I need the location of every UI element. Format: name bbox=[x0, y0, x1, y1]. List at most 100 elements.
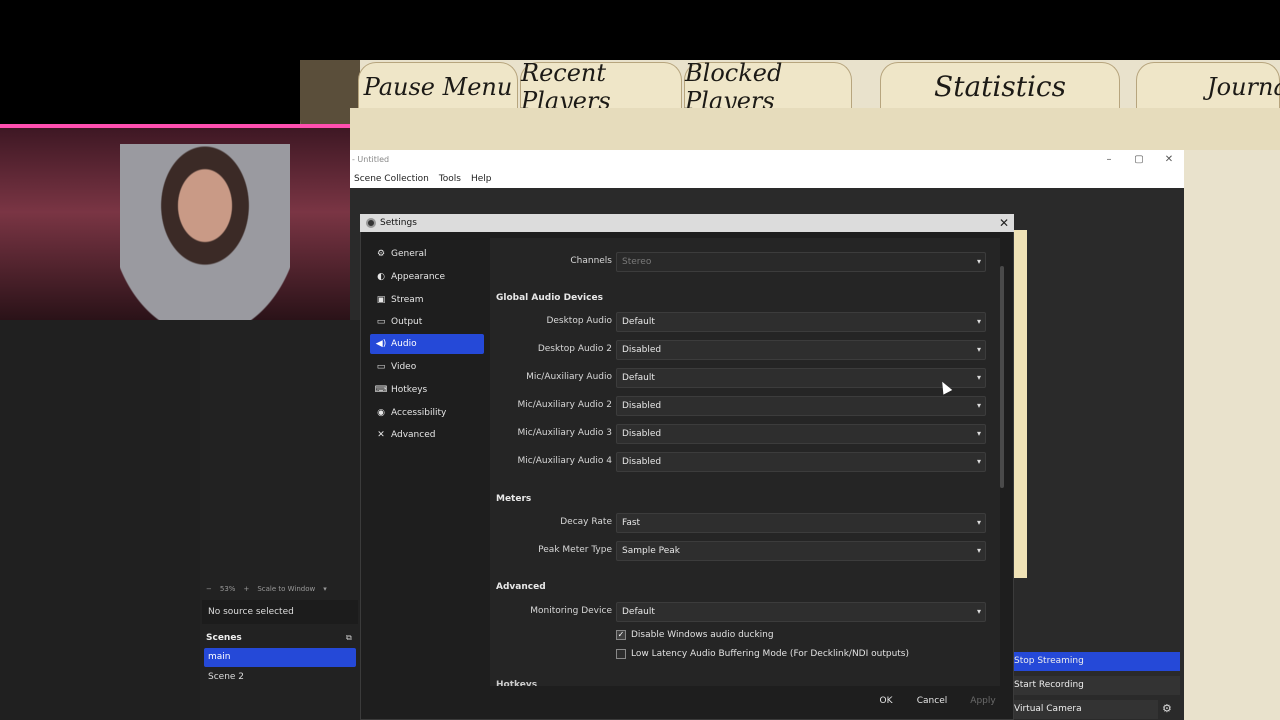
mic-audio-select[interactable]: Default ▾ bbox=[616, 368, 986, 388]
nav-hotkeys[interactable]: ⌨ Hotkeys bbox=[370, 380, 484, 400]
nav-label: Accessibility bbox=[391, 408, 447, 418]
stop-streaming-button[interactable]: Stop Streaming bbox=[1010, 652, 1180, 671]
checkbox-checked-icon[interactable]: ✓ bbox=[616, 630, 626, 640]
nav-video[interactable]: ▭ Video bbox=[370, 357, 484, 377]
game-tab-statistics[interactable]: Statistics bbox=[880, 62, 1120, 110]
obs-menubar: Scene Collection Tools Help bbox=[350, 170, 1184, 188]
zoom-level: 53% bbox=[219, 585, 236, 593]
speaker-icon: ◀) bbox=[375, 339, 387, 349]
undock-icon[interactable]: ⧉ bbox=[346, 633, 352, 643]
mic-audio-4-select[interactable]: Disabled ▾ bbox=[616, 452, 986, 472]
select-value: Disabled bbox=[622, 401, 662, 411]
menu-tools[interactable]: Tools bbox=[439, 170, 461, 188]
obs-logo-icon bbox=[366, 218, 376, 228]
maximize-icon[interactable]: ▢ bbox=[1124, 150, 1154, 170]
nav-advanced[interactable]: ✕ Advanced bbox=[370, 425, 484, 445]
meters-title: Meters bbox=[496, 494, 532, 504]
disable-ducking-checkbox[interactable]: ✓ Disable Windows audio ducking bbox=[616, 630, 774, 640]
nav-label: Stream bbox=[391, 295, 424, 305]
zoom-in-icon[interactable]: + bbox=[243, 585, 249, 593]
ok-button[interactable]: OK bbox=[870, 692, 902, 710]
close-icon[interactable]: ✕ bbox=[996, 214, 1012, 232]
keyboard-icon: ⌨ bbox=[374, 385, 388, 395]
scrollbar[interactable] bbox=[1000, 266, 1004, 488]
select-value: Default bbox=[622, 373, 655, 383]
decay-rate-label: Decay Rate bbox=[560, 517, 612, 527]
zoom-bar: − 53% + Scale to Window ▾ bbox=[202, 582, 358, 596]
checkbox-unchecked-icon[interactable] bbox=[616, 649, 626, 659]
mic-audio-3-select[interactable]: Disabled ▾ bbox=[616, 424, 986, 444]
chevron-down-icon: ▾ bbox=[976, 546, 981, 555]
chevron-down-icon: ▾ bbox=[976, 401, 981, 410]
desktop-audio-2-select[interactable]: Disabled ▾ bbox=[616, 340, 986, 360]
chevron-down-icon: ▾ bbox=[976, 518, 981, 527]
led-strip bbox=[0, 124, 350, 128]
chevron-down-icon: ▾ bbox=[976, 457, 981, 466]
nav-audio[interactable]: ◀) Audio bbox=[370, 334, 484, 354]
accessibility-icon: ◉ bbox=[377, 408, 385, 418]
no-source-label: No source selected bbox=[202, 600, 358, 624]
nav-output[interactable]: ▭ Output bbox=[370, 312, 484, 332]
nav-label: Output bbox=[391, 317, 423, 327]
mic-audio-label: Mic/Auxiliary Audio bbox=[526, 372, 612, 382]
nav-stream[interactable]: ▣ Stream bbox=[370, 290, 484, 310]
channels-value: Stereo bbox=[622, 257, 652, 267]
zoom-out-icon[interactable]: − bbox=[206, 585, 212, 593]
select-value: Default bbox=[622, 607, 655, 617]
output-icon: ▭ bbox=[376, 317, 386, 327]
cancel-button[interactable]: Cancel bbox=[910, 692, 954, 710]
global-audio-title: Global Audio Devices bbox=[496, 293, 603, 303]
scenes-header: Scenes bbox=[206, 633, 242, 643]
menu-help[interactable]: Help bbox=[471, 170, 492, 188]
chevron-down-icon: ▾ bbox=[976, 345, 981, 354]
virtual-camera-button[interactable]: Virtual Camera bbox=[1010, 700, 1158, 719]
chevron-down-icon: ▾ bbox=[976, 373, 981, 382]
advanced-title: Advanced bbox=[496, 582, 546, 592]
menu-scene-collection[interactable]: Scene Collection bbox=[354, 170, 429, 188]
nav-label: Video bbox=[391, 362, 417, 372]
zoom-mode[interactable]: Scale to Window bbox=[257, 585, 315, 593]
nav-label: Audio bbox=[391, 339, 417, 349]
peak-meter-type-select[interactable]: Sample Peak ▾ bbox=[616, 541, 986, 561]
checkbox-label: Low Latency Audio Buffering Mode (For De… bbox=[631, 649, 910, 659]
checkbox-label: Disable Windows audio ducking bbox=[631, 630, 774, 640]
select-value: Default bbox=[622, 317, 655, 327]
settings-title: Settings bbox=[360, 214, 1014, 232]
obs-window-title: - Untitled bbox=[350, 150, 1184, 170]
mic-audio-2-select[interactable]: Disabled ▾ bbox=[616, 396, 986, 416]
start-recording-button[interactable]: Start Recording bbox=[1010, 676, 1180, 695]
monitoring-device-label: Monitoring Device bbox=[530, 606, 612, 616]
scene-item-main[interactable]: main bbox=[204, 648, 356, 667]
low-latency-checkbox[interactable]: Low Latency Audio Buffering Mode (For De… bbox=[616, 649, 909, 659]
select-value: Fast bbox=[622, 518, 641, 528]
nav-general[interactable]: ⚙ General bbox=[370, 244, 484, 264]
game-tab-journal[interactable]: Journal bbox=[1136, 62, 1280, 110]
minimize-icon[interactable]: – bbox=[1094, 150, 1124, 170]
peak-meter-type-label: Peak Meter Type bbox=[538, 545, 612, 555]
scene-item-scene-2[interactable]: Scene 2 bbox=[204, 668, 356, 687]
desktop-audio-select[interactable]: Default ▾ bbox=[616, 312, 986, 332]
chevron-down-icon: ▾ bbox=[976, 257, 981, 266]
channels-select[interactable]: Stereo ▾ bbox=[616, 252, 986, 272]
stream-preview-area bbox=[0, 320, 200, 720]
select-value: Disabled bbox=[622, 429, 662, 439]
nav-label: General bbox=[391, 249, 427, 259]
chevron-down-icon[interactable]: ▾ bbox=[323, 585, 327, 593]
game-tab-pause-menu[interactable]: Pause Menu bbox=[358, 62, 518, 110]
game-tab-blocked-players[interactable]: Blocked Players bbox=[684, 59, 852, 115]
webcam-overlay bbox=[0, 124, 350, 320]
nav-accessibility[interactable]: ◉ Accessibility bbox=[370, 403, 484, 423]
monitoring-device-select[interactable]: Default ▾ bbox=[616, 602, 986, 622]
game-tab-strip bbox=[350, 108, 1280, 150]
chevron-down-icon: ▾ bbox=[976, 317, 981, 326]
window-close-icon[interactable]: ✕ bbox=[1154, 150, 1184, 170]
select-value: Disabled bbox=[622, 345, 662, 355]
game-tab-recent-players[interactable]: Recent Players bbox=[520, 59, 682, 115]
gear-icon: ⚙ bbox=[376, 249, 386, 259]
nav-appearance[interactable]: ◐ Appearance bbox=[370, 267, 484, 287]
gear-icon[interactable]: ⚙ bbox=[1162, 702, 1172, 715]
hotkeys-section-peek: Hotkeys bbox=[496, 680, 538, 686]
select-value: Disabled bbox=[622, 457, 662, 467]
decay-rate-select[interactable]: Fast ▾ bbox=[616, 513, 986, 533]
apply-button[interactable]: Apply bbox=[962, 692, 1004, 710]
